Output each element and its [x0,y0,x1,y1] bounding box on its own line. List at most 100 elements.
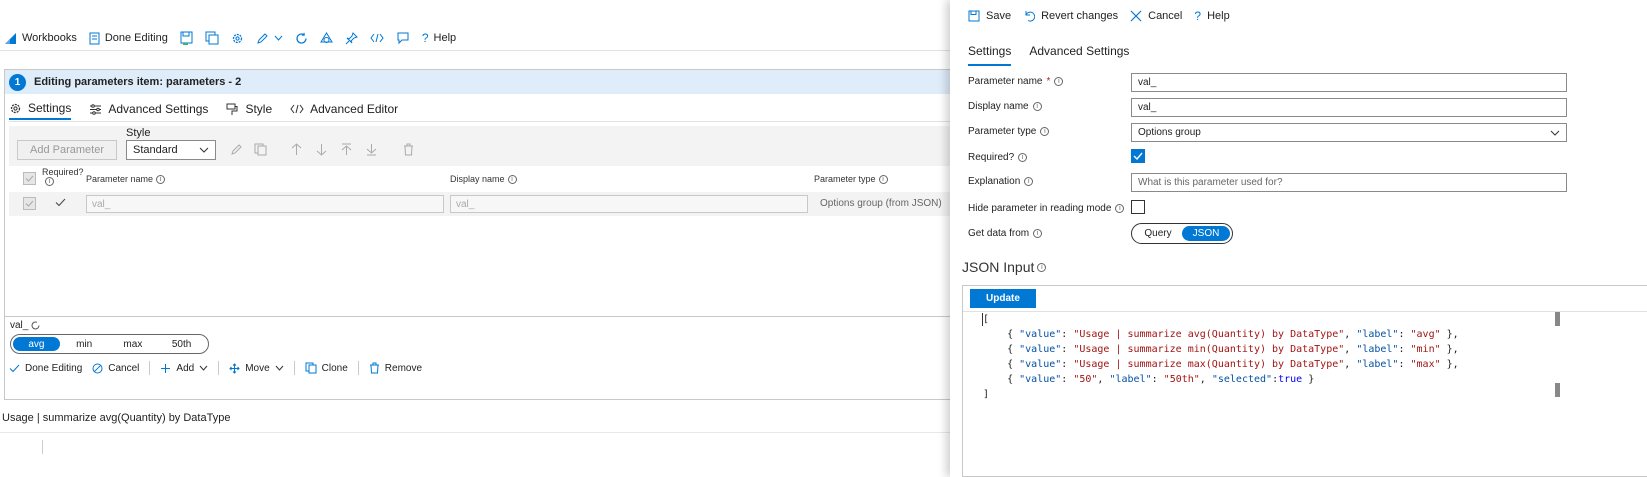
row-select-checkbox[interactable] [23,197,36,210]
option-min[interactable]: min [60,337,109,351]
row-parameter-name-input[interactable]: val_ [86,195,444,213]
option-max[interactable]: max [109,337,158,351]
select-all-checkbox[interactable] [23,172,36,185]
share-button[interactable] [319,31,333,45]
display-name-row: Display name i val_ [968,98,1634,118]
cancel-action[interactable]: Cancel [92,363,139,374]
get-data-from-label-text: Get data from [968,228,1030,239]
save-icon [968,10,980,22]
tab-advanced-editor[interactable]: Advanced Editor [290,98,398,120]
pane-cancel-button[interactable]: Cancel [1130,10,1182,22]
refresh-button[interactable] [295,32,308,45]
remove-action[interactable]: Remove [369,362,422,374]
explanation-label: Explanation i [968,176,1034,187]
done-editing-label: Done Editing [104,32,168,44]
source-json-option[interactable]: JSON [1182,226,1230,241]
update-button[interactable]: Update [970,289,1036,308]
save-button[interactable] [180,31,193,45]
chevron-down-icon [199,147,209,153]
pin-button[interactable] [345,31,358,45]
info-icon: i [1040,127,1050,136]
info-icon: i [1033,229,1043,238]
info-icon: i [1018,153,1028,162]
tab-advanced-settings[interactable]: Advanced Settings [89,98,208,120]
move-down-icon[interactable] [316,143,327,156]
preview-divider [5,316,1000,317]
parameter-settings-pane: Save Revert changes Cancel ? Help Settin… [950,0,1647,477]
explanation-row: Explanation i What is this parameter use… [968,173,1634,193]
refresh-icon [295,32,308,45]
required-row: Required? i [968,149,1634,169]
scrollbar-thumb[interactable] [1555,383,1560,397]
workbooks-button[interactable]: Workbooks [4,32,77,45]
feedback-icon [396,32,410,45]
copy-icon[interactable] [254,143,267,156]
workbooks-label: Workbooks [22,32,77,44]
row-display-name-input[interactable]: val_ [450,195,808,213]
explanation-input[interactable]: What is this parameter used for? [1131,173,1567,192]
tab-settings[interactable]: Settings [9,98,72,120]
help-button[interactable]: ? Help [422,31,456,45]
display-name-input[interactable]: val_ [1131,98,1567,117]
pin-icon [345,31,358,45]
display-name-column-header: Display name i [450,174,517,184]
hide-in-reading-mode-label: Hide parameter in reading mode i [968,203,1125,214]
delete-icon[interactable] [403,143,414,156]
option-avg[interactable]: avg [13,337,60,351]
required-column-header: Required? i [42,167,84,186]
move-up-icon[interactable] [291,143,302,156]
display-name-label: Display name i [968,101,1042,112]
query-text: Usage | summarize avg(Quantity) by DataT… [2,412,231,424]
done-editing-action[interactable]: Done Editing [9,363,82,374]
pane-save-button[interactable]: Save [968,10,1011,22]
hide-in-reading-mode-row: Hide parameter in reading mode i [968,200,1634,220]
tab-advanced-editor-label: Advanced Editor [310,102,399,116]
save-as-button[interactable] [205,31,219,45]
explanation-label-text: Explanation [968,176,1021,187]
source-query-option[interactable]: Query [1134,226,1182,241]
display-name-label-text: Display name [968,101,1029,112]
save-as-icon [205,31,219,45]
add-action[interactable]: Add [160,363,208,374]
edit-dropdown-button[interactable] [256,32,283,45]
chevron-down-icon [275,365,284,371]
clone-action[interactable]: Clone [305,362,348,374]
tab-style-label: Style [245,102,273,116]
revert-changes-label: Revert changes [1041,10,1119,22]
json-code[interactable]: [ { "value": "Usage | summarize avg(Quan… [983,312,1459,402]
feedback-button[interactable] [396,32,410,45]
style-select[interactable]: Standard [126,140,216,160]
done-editing-button[interactable]: Done Editing [89,32,168,45]
style-label: Style [126,127,151,139]
json-input-editor[interactable]: Update [ { "value": "Usage | summarize a… [962,285,1647,477]
settings-button[interactable] [231,32,244,45]
add-parameter-button[interactable]: Add Parameter [17,140,117,160]
remove-action-label: Remove [384,362,423,374]
move-top-icon[interactable] [341,143,352,156]
parameter-type-column-header: Parameter type i [814,174,888,184]
required-label: Required? i [968,152,1028,163]
move-action[interactable]: Move [229,363,284,374]
clone-icon [305,362,317,374]
move-bottom-icon[interactable] [366,143,377,156]
code-button[interactable] [370,33,384,43]
scrollbar-thumb[interactable] [1555,312,1560,326]
required-checkbox[interactable] [1131,149,1145,163]
pane-help-button[interactable]: ? Help [1194,9,1229,23]
option-50th[interactable]: 50th [157,337,206,351]
pane-cancel-label: Cancel [1148,10,1183,22]
tab-pane-settings[interactable]: Settings [968,44,1012,66]
parameter-name-input[interactable]: val_ [1131,73,1567,92]
table-row[interactable]: val_ val_ Options group (from JSON) [9,192,999,216]
edit-icon[interactable] [230,143,243,156]
options-group: avg min max 50th [10,334,209,354]
get-data-from-label: Get data from i [968,228,1043,239]
required-column-label: Required? [42,167,84,177]
clone-action-label: Clone [321,362,348,374]
pane-help-label: Help [1207,10,1230,22]
hide-in-reading-mode-checkbox[interactable] [1131,200,1145,214]
tab-style[interactable]: Style [226,98,272,120]
revert-changes-button[interactable]: Revert changes [1023,10,1118,22]
tab-pane-advanced-settings[interactable]: Advanced Settings [1029,44,1129,66]
parameter-type-select[interactable]: Options group [1131,123,1567,142]
